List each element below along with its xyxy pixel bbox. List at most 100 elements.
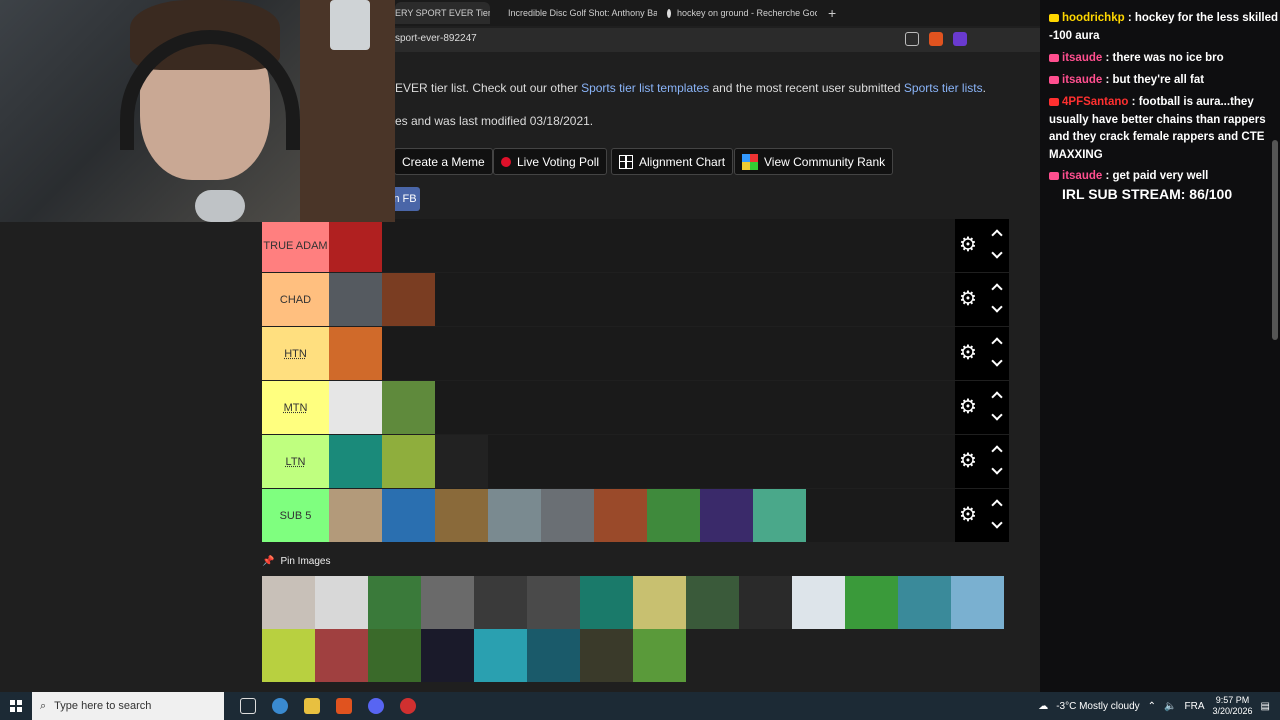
- pool-item-image[interactable]: [845, 576, 898, 629]
- pool-item-image[interactable]: [368, 576, 421, 629]
- brave-browser-icon[interactable]: [336, 698, 352, 714]
- chevron-down-icon[interactable]: [991, 301, 1003, 313]
- pool-item-image[interactable]: [580, 576, 633, 629]
- chat-username[interactable]: itsaude: [1062, 52, 1102, 64]
- tier-item-image[interactable]: [329, 381, 382, 434]
- chevron-down-icon[interactable]: [991, 409, 1003, 421]
- tier-item-image[interactable]: [329, 219, 382, 272]
- pool-item-image[interactable]: [421, 629, 474, 682]
- tier-label[interactable]: LTN: [262, 435, 329, 488]
- tier-item-image[interactable]: [329, 435, 382, 488]
- pool-item-image[interactable]: [792, 576, 845, 629]
- gear-icon[interactable]: ⚙: [959, 343, 977, 363]
- gear-icon[interactable]: ⚙: [959, 235, 977, 255]
- language-indicator[interactable]: FRA: [1185, 701, 1205, 712]
- chevron-down-icon[interactable]: [991, 247, 1003, 259]
- gear-icon[interactable]: ⚙: [959, 505, 977, 525]
- tier-item-image[interactable]: [382, 381, 435, 434]
- chevron-up-icon[interactable]: [991, 283, 1003, 295]
- share-icon[interactable]: [905, 32, 919, 46]
- pool-item-image[interactable]: [368, 629, 421, 682]
- pool-item-image[interactable]: [739, 576, 792, 629]
- clock[interactable]: 9:57 PM 3/20/2026: [1213, 695, 1253, 717]
- pool-item-image[interactable]: [527, 576, 580, 629]
- copilot-icon[interactable]: [272, 698, 288, 714]
- alignment-chart-button[interactable]: Alignment Chart: [611, 148, 734, 175]
- pool-item-image[interactable]: [580, 629, 633, 682]
- pool-item-image[interactable]: [951, 576, 1004, 629]
- tier-label[interactable]: HTN: [262, 327, 329, 380]
- chevron-up-icon[interactable]: ⌃: [1148, 701, 1156, 712]
- tier-label[interactable]: CHAD: [262, 273, 329, 326]
- chevron-down-icon[interactable]: [991, 517, 1003, 529]
- chat-username[interactable]: hoodrichkp: [1062, 12, 1125, 24]
- pool-item-image[interactable]: [315, 576, 368, 629]
- pin-images-toggle[interactable]: 📌 Pin Images: [262, 556, 330, 567]
- chevron-up-icon[interactable]: [991, 445, 1003, 457]
- tier-item-image[interactable]: [435, 435, 488, 488]
- tier-item-image[interactable]: [541, 489, 594, 542]
- chevron-up-icon[interactable]: [991, 499, 1003, 511]
- tier-item-image[interactable]: [329, 489, 382, 542]
- taskbar-search[interactable]: ⌕ Type here to search: [32, 692, 224, 720]
- live-voting-poll-button[interactable]: Live Voting Poll: [493, 148, 608, 175]
- tier-item-image[interactable]: [329, 273, 382, 326]
- chevron-down-icon[interactable]: [991, 355, 1003, 367]
- tier-item-image[interactable]: [382, 489, 435, 542]
- tier-item-image[interactable]: [488, 489, 541, 542]
- pool-item-image[interactable]: [474, 629, 527, 682]
- tab-tierlist[interactable]: ERY SPORT EVER Tier ✕: [395, 2, 490, 24]
- tier-item-image[interactable]: [594, 489, 647, 542]
- pool-item-image[interactable]: [633, 629, 686, 682]
- tab-google-search[interactable]: hockey on ground - Recherche Goog: [667, 2, 817, 24]
- sports-templates-link[interactable]: Sports tier list templates: [581, 81, 709, 95]
- rewards-icon[interactable]: [953, 32, 967, 46]
- create-meme-button[interactable]: Create a Meme: [394, 148, 493, 175]
- chevron-up-icon[interactable]: [991, 229, 1003, 241]
- weather-text[interactable]: -3°C Mostly cloudy: [1056, 701, 1139, 712]
- chevron-up-icon[interactable]: [991, 391, 1003, 403]
- pool-item-image[interactable]: [527, 629, 580, 682]
- tier-label[interactable]: MTN: [262, 381, 329, 434]
- tier-item-image[interactable]: [329, 327, 382, 380]
- volume-icon[interactable]: 🔈: [1164, 701, 1176, 712]
- discord-icon[interactable]: [368, 698, 384, 714]
- tab-disc-golf[interactable]: Incredible Disc Golf Shot: Anthony Ba: [502, 2, 657, 24]
- sports-tier-lists-link[interactable]: Sports tier lists: [904, 81, 983, 95]
- file-explorer-icon[interactable]: [304, 698, 320, 714]
- chat-username[interactable]: 4PFSantano: [1062, 96, 1128, 108]
- task-view-icon[interactable]: [240, 698, 256, 714]
- gear-icon[interactable]: ⚙: [959, 397, 977, 417]
- chevron-up-icon[interactable]: [991, 337, 1003, 349]
- brave-shield-icon[interactable]: [929, 32, 943, 46]
- pool-item-image[interactable]: [315, 629, 368, 682]
- tier-item-image[interactable]: [647, 489, 700, 542]
- pool-item-image[interactable]: [474, 576, 527, 629]
- pool-item-image[interactable]: [898, 576, 951, 629]
- view-community-rank-button[interactable]: View Community Rank: [734, 148, 894, 175]
- tier-item-image[interactable]: [382, 273, 435, 326]
- tier-label[interactable]: SUB 5: [262, 489, 329, 542]
- gear-icon[interactable]: ⚙: [959, 451, 977, 471]
- tier-items: [329, 219, 382, 272]
- notification-icon[interactable]: ▤: [1261, 701, 1270, 712]
- chevron-down-icon[interactable]: [991, 463, 1003, 475]
- pool-item-image[interactable]: [262, 629, 315, 682]
- tier-item-image[interactable]: [700, 489, 753, 542]
- gear-icon[interactable]: ⚙: [959, 289, 977, 309]
- pool-item-image[interactable]: [262, 576, 315, 629]
- pool-item-image[interactable]: [633, 576, 686, 629]
- pool-item-image[interactable]: [421, 576, 474, 629]
- grid-icon: [619, 154, 633, 169]
- tier-item-image[interactable]: [753, 489, 806, 542]
- chat-username[interactable]: itsaude: [1062, 170, 1102, 182]
- pool-item-image[interactable]: [686, 576, 739, 629]
- chat-username[interactable]: itsaude: [1062, 74, 1102, 86]
- tier-label[interactable]: TRUE ADAM: [262, 219, 329, 272]
- start-button[interactable]: [0, 692, 32, 720]
- tier-item-image[interactable]: [382, 435, 435, 488]
- chat-scrollbar[interactable]: [1272, 140, 1278, 340]
- tier-item-image[interactable]: [435, 489, 488, 542]
- obs-icon[interactable]: [400, 698, 416, 714]
- new-tab-button[interactable]: +: [828, 5, 836, 21]
